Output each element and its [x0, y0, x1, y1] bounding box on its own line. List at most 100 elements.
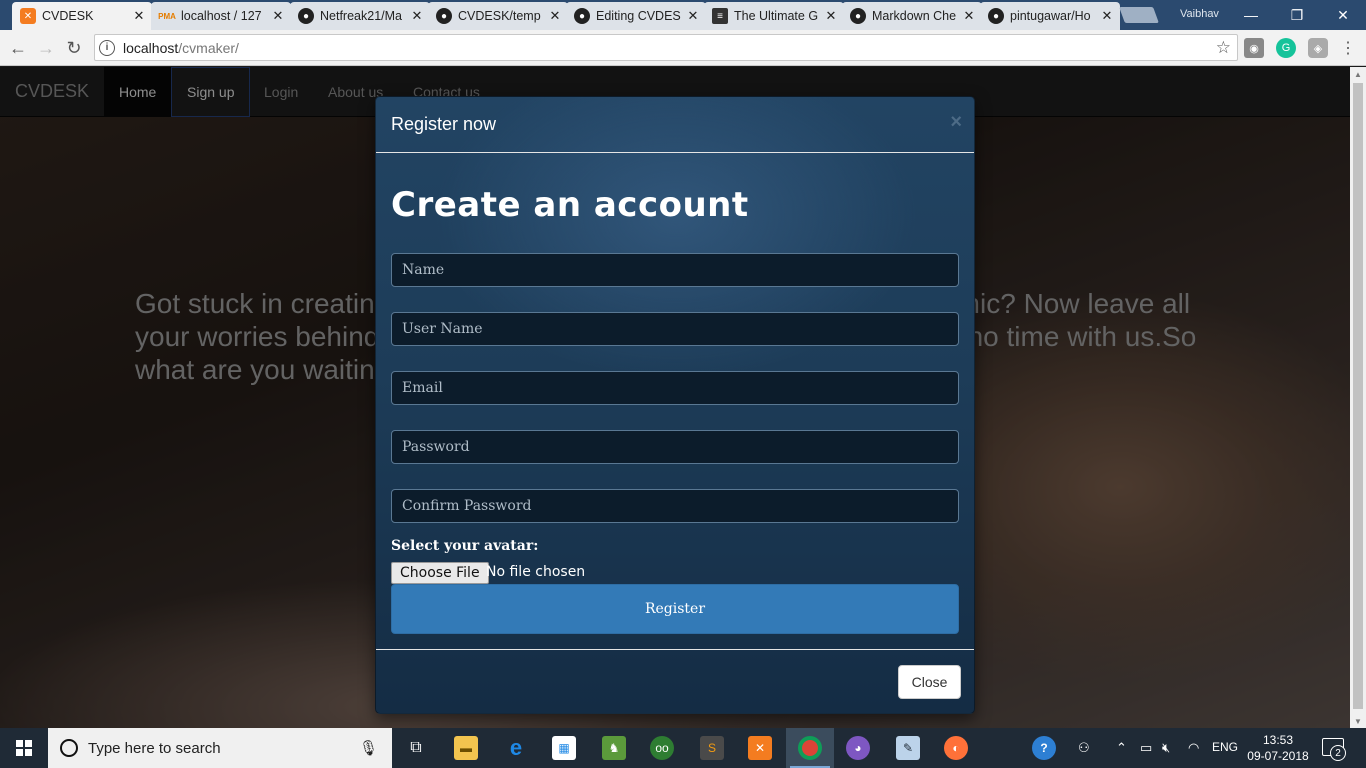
browser-tab-strip: ✕ CVDESK ✕ PMA localhost / 127 ✕ ● Netfr… — [0, 0, 1366, 30]
evernote-icon[interactable]: ♞ — [602, 736, 626, 760]
windows-logo-icon — [16, 740, 32, 756]
url-path: /cvmaker/ — [178, 39, 239, 56]
github-icon: ● — [988, 8, 1004, 24]
tab-label: pintugawar/Ho — [1010, 9, 1091, 23]
close-tab-icon[interactable]: ✕ — [410, 8, 424, 24]
create-account-heading: Create an account — [391, 185, 749, 225]
modal-title: Register now — [391, 114, 497, 134]
file-explorer-icon[interactable]: ▬ — [454, 736, 478, 760]
menu-dots-icon[interactable]: ⋮ — [1336, 36, 1360, 60]
address-bar[interactable]: i localhost/cvmaker/ ☆ — [94, 34, 1238, 61]
tab-label: The Ultimate G — [734, 9, 819, 23]
username-field[interactable] — [391, 312, 959, 346]
confirm-password-field[interactable] — [391, 489, 959, 523]
close-tab-icon[interactable]: ✕ — [686, 8, 700, 24]
chrome-icon[interactable] — [798, 736, 822, 760]
restore-icon[interactable]: ❐ — [1274, 0, 1320, 30]
scroll-up-icon[interactable]: ▲ — [1350, 67, 1366, 81]
scroll-down-icon[interactable]: ▼ — [1350, 714, 1366, 728]
show-hidden-icons-chevron-icon[interactable]: ⌃ — [1116, 740, 1127, 756]
close-icon[interactable]: × — [950, 111, 962, 134]
phpmyadmin-icon: PMA — [158, 11, 176, 21]
bookmark-star-icon[interactable]: ☆ — [1216, 38, 1231, 58]
taskbar-search[interactable]: Type here to search 🎙 — [48, 728, 392, 768]
register-button[interactable]: Register — [391, 584, 959, 634]
wifi-icon[interactable]: ◠ — [1188, 740, 1199, 756]
grammarly-icon[interactable]: G — [1276, 38, 1296, 58]
tab-github-cvdesk-temp[interactable]: ● CVDESK/temp ✕ — [428, 2, 568, 30]
back-arrow-icon[interactable]: ← — [6, 36, 30, 60]
firefox-icon[interactable]: ◐ — [944, 736, 968, 760]
file-status: No file chosen — [486, 564, 586, 580]
tab-github-netfreak[interactable]: ● Netfreak21/Ma ✕ — [290, 2, 430, 30]
taskbar-clock[interactable]: 13:53 09-07-2018 — [1246, 732, 1310, 764]
tab-github-editing[interactable]: ● Editing CVDES ✕ — [566, 2, 706, 30]
email-field[interactable] — [391, 371, 959, 405]
camera-extension-icon[interactable]: ◉ — [1244, 38, 1264, 58]
paint-icon[interactable]: ✎ — [896, 736, 920, 760]
minimize-icon[interactable]: — — [1228, 0, 1274, 30]
page-scrollbar[interactable]: ▲ ▼ — [1350, 67, 1366, 728]
clock-time: 13:53 — [1262, 733, 1294, 747]
language-indicator[interactable]: ENG — [1212, 740, 1238, 754]
tab-phpmyadmin[interactable]: PMA localhost / 127 ✕ — [151, 2, 291, 30]
close-tab-icon[interactable]: ✕ — [271, 8, 285, 24]
tab-ultimate-guide[interactable]: ≡ The Ultimate G ✕ — [704, 2, 844, 30]
github-icon: ● — [436, 8, 452, 24]
tripadvisor-icon[interactable]: oo — [650, 736, 674, 760]
new-tab-button[interactable] — [1119, 7, 1159, 23]
tab-label: CVDESK/temp — [458, 9, 541, 23]
password-field[interactable] — [391, 430, 959, 464]
start-button[interactable] — [0, 728, 48, 768]
avatar-label: Select your avatar: — [391, 538, 539, 554]
url-host: localhost — [123, 39, 179, 56]
notification-count: 2 — [1330, 745, 1346, 761]
close-tab-icon[interactable]: ✕ — [962, 8, 976, 24]
extension-icon[interactable]: ◈ — [1308, 38, 1328, 58]
volume-muted-icon[interactable]: 🔇︎ — [1162, 740, 1170, 756]
tab-label: localhost / 127 — [181, 9, 262, 23]
name-field[interactable] — [391, 253, 959, 287]
scrollbar-thumb[interactable] — [1353, 83, 1363, 709]
tab-label: Markdown Che — [872, 9, 957, 23]
people-icon[interactable]: ⚇ — [1078, 740, 1090, 756]
help-icon[interactable]: ? — [1032, 736, 1056, 760]
tab-markdown-cheatsheet[interactable]: ● Markdown Che ✕ — [842, 2, 982, 30]
reload-icon[interactable]: ↻ — [62, 36, 86, 60]
sublime-text-icon[interactable]: S — [700, 736, 724, 760]
github-desktop-icon[interactable]: ◕ — [846, 736, 870, 760]
tab-github-pintugawar[interactable]: ● pintugawar/Ho ✕ — [980, 2, 1120, 30]
register-modal: Register now × Create an account Select … — [375, 96, 975, 714]
page-viewport: CVDESK Home Sign up Login About us Conta… — [0, 67, 1350, 728]
close-button[interactable]: Close — [898, 665, 961, 699]
close-tab-icon[interactable]: ✕ — [548, 8, 562, 24]
github-icon: ● — [298, 8, 314, 24]
task-view-icon[interactable]: ⧉ — [404, 736, 428, 760]
cortana-icon — [60, 739, 78, 757]
close-tab-icon[interactable]: ✕ — [132, 8, 146, 24]
battery-icon[interactable]: ▭ — [1140, 740, 1152, 756]
search-placeholder: Type here to search — [88, 739, 221, 757]
tab-cvdesk[interactable]: ✕ CVDESK ✕ — [12, 2, 152, 30]
close-tab-icon[interactable]: ✕ — [1100, 8, 1114, 24]
choose-file-button[interactable]: Choose File — [391, 562, 489, 584]
modal-footer: Close — [376, 649, 974, 713]
site-info-icon[interactable]: i — [99, 39, 115, 56]
modal-header: Register now × — [376, 97, 974, 153]
tab-label: CVDESK — [42, 9, 94, 23]
close-tab-icon[interactable]: ✕ — [824, 8, 838, 24]
tab-label: Netfreak21/Ma — [320, 9, 402, 23]
windows-taskbar: Type here to search 🎙 ⧉ ▬ e ▦ ♞ oo S ✕ ◕… — [0, 728, 1366, 768]
browser-toolbar: ← → ↻ i localhost/cvmaker/ ☆ ◉ G ◈ ⋮ — [0, 30, 1366, 66]
microphone-icon[interactable]: 🎙 — [359, 739, 378, 757]
forward-arrow-icon[interactable]: → — [34, 36, 58, 60]
document-icon: ≡ — [712, 8, 728, 24]
xampp-icon: ✕ — [20, 8, 36, 24]
xampp-taskbar-icon[interactable]: ✕ — [748, 736, 772, 760]
profile-name[interactable]: Vaibhav — [1180, 8, 1219, 20]
close-window-icon[interactable]: ✕ — [1320, 0, 1366, 30]
tab-label: Editing CVDES — [596, 9, 681, 23]
store-icon[interactable]: ▦ — [552, 736, 576, 760]
edge-icon[interactable]: e — [504, 735, 528, 760]
github-icon: ● — [850, 8, 866, 24]
